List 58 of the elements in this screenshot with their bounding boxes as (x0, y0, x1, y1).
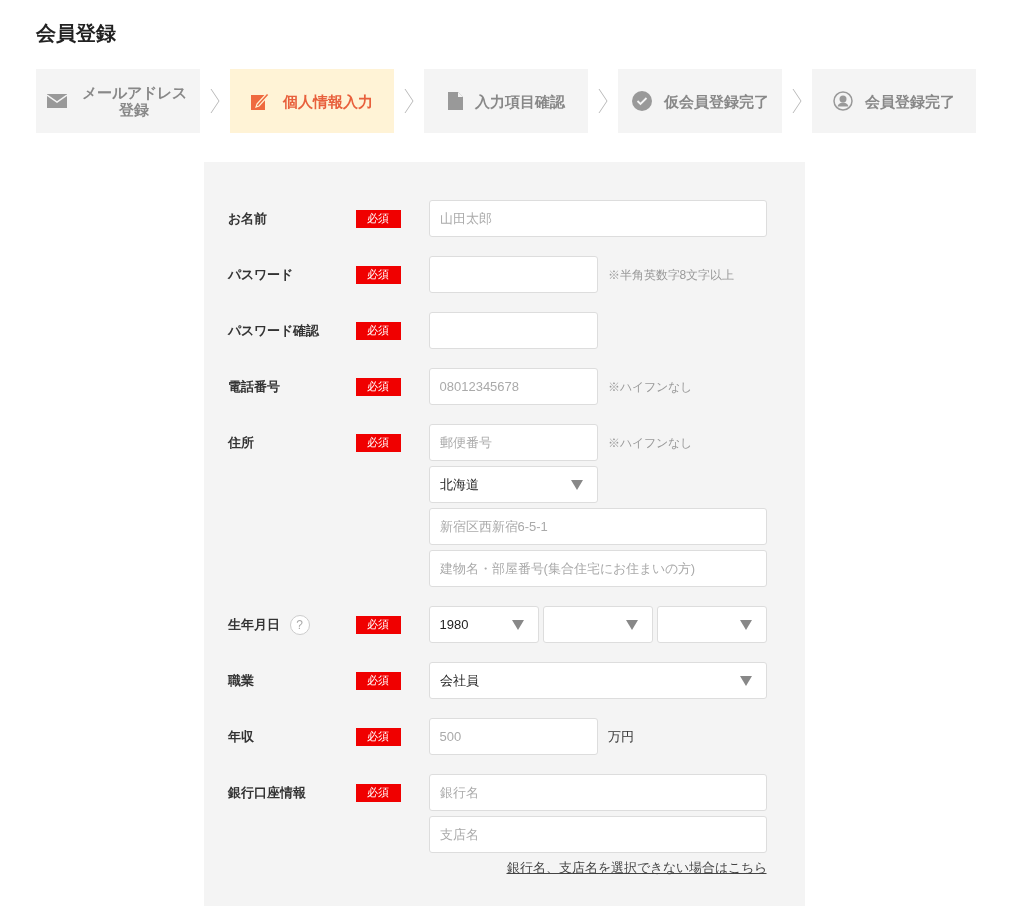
input-field[interactable]: 新宿区西新宿6-5-1 (428, 508, 767, 545)
dropdown[interactable]: 北海道 (428, 466, 598, 503)
chevron-right-icon (792, 88, 802, 114)
dropdown[interactable] (542, 606, 653, 643)
input-field[interactable]: 山田太郎 (428, 200, 767, 237)
required-badge: 必須 (355, 209, 401, 228)
caret-down-icon (511, 619, 524, 630)
required-badge: 必須 (355, 377, 401, 396)
required-badge: 必須 (355, 321, 401, 340)
progress-step: 仮会員登録完了 (618, 69, 782, 133)
envelope-icon (47, 94, 68, 108)
field-label: お名前 (227, 209, 267, 228)
user-circle-icon (833, 91, 853, 111)
dropdown[interactable]: 会社員 (428, 662, 767, 699)
input-field[interactable]: 支店名 (428, 816, 767, 853)
progress-step: メールアドレス登録 (36, 69, 200, 133)
check-circle-icon (631, 91, 652, 111)
required-badge: 必須 (355, 783, 401, 802)
field-label: 電話番号 (227, 377, 280, 396)
input-field[interactable]: 08012345678 (428, 368, 598, 405)
field-label: パスワード確認 (227, 321, 319, 340)
field-label: 銀行口座情報 (227, 783, 306, 802)
input-field[interactable]: 建物名・部屋番号(集合住宅にお住まいの方) (428, 550, 767, 587)
dropdown[interactable]: 1980 (428, 606, 539, 643)
page-title: 会員登録 (36, 21, 116, 46)
caret-down-icon (570, 479, 583, 490)
caret-down-icon (625, 619, 638, 630)
chevron-right-icon (598, 88, 608, 114)
hint-text: ※半角英数字8文字以上 (607, 266, 735, 284)
chevron-right-icon (210, 88, 220, 114)
document-icon (447, 92, 463, 110)
caret-down-icon (739, 619, 752, 630)
field-label: 年収 (227, 727, 254, 746)
field-label: パスワード (227, 265, 293, 284)
unit-label: 万円 (607, 727, 634, 746)
hint-text: ※ハイフンなし (607, 378, 692, 396)
hint-text: ※ハイフンなし (607, 434, 692, 452)
input-field[interactable] (428, 256, 598, 293)
progress-step: 入力項目確認 (424, 69, 588, 133)
input-field[interactable]: 郵便番号 (428, 424, 598, 461)
required-badge: 必須 (355, 433, 401, 452)
required-badge: 必須 (355, 615, 401, 634)
required-badge: 必須 (355, 671, 401, 690)
dropdown[interactable] (656, 606, 767, 643)
input-field[interactable] (428, 312, 598, 349)
field-label: 住所 (227, 433, 254, 452)
progress-step: 個人情報入力 (230, 69, 394, 133)
help-link[interactable]: 銀行名、支店名を選択できない場合はこちら (506, 858, 767, 878)
input-field[interactable]: 銀行名 (428, 774, 767, 811)
caret-down-icon (739, 675, 752, 686)
field-label: 生年月日 (227, 615, 280, 634)
field-label: 職業 (227, 671, 254, 690)
pencil-square-icon (251, 92, 271, 110)
required-badge: 必須 (355, 727, 401, 746)
required-badge: 必須 (355, 265, 401, 284)
chevron-right-icon (404, 88, 414, 114)
input-field[interactable]: 500 (428, 718, 598, 755)
progress-step: 会員登録完了 (812, 69, 976, 133)
